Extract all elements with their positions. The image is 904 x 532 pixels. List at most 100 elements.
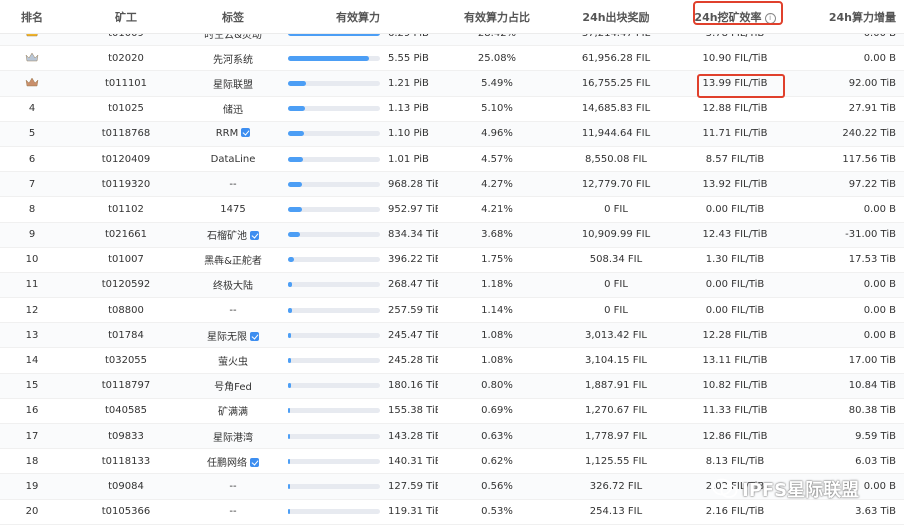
table-row[interactable]: 17 t09833 星际港湾 143.28 TiB 0.63% 1,778.97 FIL 1… bbox=[0, 424, 904, 450]
table-row[interactable]: 11 t0120592 终极大陆 268.47 TiB 1.18% 0 FIL 0.00 F… bbox=[0, 272, 904, 299]
miner-id-link[interactable]: t01784 bbox=[64, 330, 188, 341]
miner-tag: RRM bbox=[188, 128, 278, 139]
power-cell: 155.38 TiB bbox=[278, 405, 438, 416]
power-increase-cell: 9.59 TiB bbox=[855, 430, 896, 442]
power-share-cell: 1.14% bbox=[481, 304, 513, 316]
miner-id-link[interactable]: t0118768 bbox=[64, 128, 188, 139]
power-increase-cell: 92.00 TiB bbox=[848, 77, 896, 89]
power-value: 127.59 TiB bbox=[388, 480, 438, 492]
efficiency-cell: 0.00 FIL/TiB bbox=[705, 304, 765, 316]
power-share-cell: 0.80% bbox=[481, 380, 513, 392]
power-bar-fill bbox=[288, 307, 292, 313]
rank-cell: 18 bbox=[25, 455, 39, 467]
table-row[interactable]: 5 t0118768 RRM 1.10 PiB 4.96% 11,944.64 FIL 11… bbox=[0, 121, 904, 147]
table-row[interactable]: 4 t01025 储迅 1.13 PiB 5.10% 14,685.83 FIL 12.88… bbox=[0, 97, 904, 122]
miner-id-link[interactable]: t0118133 bbox=[64, 456, 188, 467]
power-share-cell: 0.56% bbox=[481, 480, 513, 492]
rank-cell: 8 bbox=[28, 203, 36, 215]
power-bar-fill bbox=[288, 383, 291, 389]
miner-tag-label: DataLine bbox=[210, 153, 256, 165]
table-row[interactable]: 8 t01102 1475 952.97 TiB 4.21% 0 FIL 0.00 FIL/… bbox=[0, 197, 904, 223]
header-power[interactable]: 有效算力 bbox=[278, 9, 438, 25]
miner-id-link[interactable]: t021661 bbox=[64, 229, 188, 240]
power-share-cell: 1.08% bbox=[481, 329, 513, 341]
reward-cell: 14,685.83 FIL bbox=[581, 103, 651, 115]
power-increase-cell: -31.00 TiB bbox=[845, 229, 896, 241]
miner-id-link[interactable]: t040585 bbox=[64, 405, 188, 416]
header-rank[interactable]: 排名 bbox=[0, 9, 64, 25]
power-increase-cell: 10.84 TiB bbox=[848, 380, 896, 392]
reward-cell: 3,013.42 FIL bbox=[585, 329, 647, 341]
miner-id-link[interactable]: t0105366 bbox=[64, 506, 188, 517]
miner-id-link[interactable]: t01102 bbox=[64, 204, 188, 215]
power-increase-cell: 6.03 TiB bbox=[855, 455, 896, 467]
table-row[interactable]: 12 t08800 -- 257.59 TiB 1.14% 0 FIL 0.00 FIL/T… bbox=[0, 298, 904, 324]
table-row[interactable]: 20 t0105366 -- 119.31 TiB 0.53% 254.13 FIL 2.1… bbox=[0, 500, 904, 525]
table-row[interactable]: 6 t0120409 DataLine 1.01 PiB 4.57% 8,550.08 F… bbox=[0, 147, 904, 173]
miner-id-link[interactable]: t01025 bbox=[64, 103, 188, 114]
miner-tag: -- bbox=[188, 506, 278, 517]
table-row[interactable]: 9 t021661 石榴矿池 834.34 TiB 3.68% 10,909.99 FIL… bbox=[0, 222, 904, 248]
power-increase-cell: 80.38 TiB bbox=[848, 405, 896, 417]
miner-id-link[interactable]: t02020 bbox=[64, 53, 188, 64]
reward-cell: 1,778.97 FIL bbox=[585, 430, 647, 442]
power-value: 396.22 TiB bbox=[388, 254, 438, 266]
power-value: 1.21 PiB bbox=[388, 77, 429, 89]
reward-cell: 508.34 FIL bbox=[589, 254, 643, 266]
table-row[interactable]: 14 t032055 萤火虫 245.28 TiB 1.08% 3,104.15 FIL 1… bbox=[0, 348, 904, 374]
miner-id-link[interactable]: t011101 bbox=[64, 78, 188, 89]
miner-tag-label: -- bbox=[229, 304, 237, 316]
miner-tag-label: 终极大陆 bbox=[213, 281, 253, 293]
header-tag[interactable]: 标签 bbox=[188, 9, 278, 25]
verified-badge-icon bbox=[241, 128, 251, 138]
power-bar-fill bbox=[288, 282, 292, 288]
miner-id-link[interactable]: t08800 bbox=[64, 305, 188, 316]
power-increase-cell: 17.00 TiB bbox=[848, 355, 896, 367]
table-row[interactable]: 10 t01007 黑犇&正舵者 396.22 TiB 1.75% 508.34 FIL 1… bbox=[0, 248, 904, 273]
reward-cell: 254.13 FIL bbox=[589, 506, 643, 518]
miner-id-link[interactable]: t032055 bbox=[64, 355, 188, 366]
efficiency-cell: 13.92 FIL/TiB bbox=[702, 178, 768, 190]
power-bar-fill bbox=[288, 408, 290, 414]
header-24h-reward[interactable]: 24h出块奖励 bbox=[556, 9, 676, 25]
header-miner[interactable]: 矿工 bbox=[64, 9, 188, 25]
table-row[interactable]: t02020 先河系统 5.55 PiB 25.08% 61,956.28 FIL 10.… bbox=[0, 46, 904, 72]
power-cell: 245.47 TiB bbox=[278, 330, 438, 341]
rank-cell: 16 bbox=[25, 405, 39, 417]
power-share-cell: 1.75% bbox=[481, 254, 513, 266]
miner-id-link[interactable]: t09833 bbox=[64, 431, 188, 442]
watermark-text: IPFS星际联盟 bbox=[742, 480, 860, 501]
verified-badge-icon bbox=[250, 331, 259, 341]
table-row[interactable]: 18 t0118133 任鹏网络 140.31 TiB 0.62% 1,125.55 FI… bbox=[0, 449, 904, 475]
rank-cell: 17 bbox=[25, 430, 39, 442]
miner-id-link[interactable]: t0120409 bbox=[64, 154, 188, 165]
power-cell: 140.31 TiB bbox=[278, 456, 438, 467]
table-row[interactable]: 7 t0119320 -- 968.28 TiB 4.27% 12,779.70 FIL 1… bbox=[0, 172, 904, 198]
power-value: 257.59 TiB bbox=[388, 304, 438, 316]
rank-cell: 20 bbox=[25, 506, 39, 518]
power-share-cell: 4.27% bbox=[481, 178, 513, 190]
efficiency-cell: 10.82 FIL/TiB bbox=[702, 380, 768, 392]
miner-id-link[interactable]: t0120592 bbox=[64, 279, 188, 290]
miner-id-link[interactable]: t0118797 bbox=[64, 380, 188, 391]
power-cell: 1.01 PiB bbox=[278, 154, 438, 165]
power-bar-fill bbox=[288, 181, 302, 187]
table-row[interactable]: 15 t0118797 号角Fed 180.16 TiB 0.80% 1,887.91 F… bbox=[0, 373, 904, 399]
power-bar-track bbox=[288, 282, 380, 288]
header-power-share[interactable]: 有效算力占比 bbox=[438, 9, 556, 25]
miner-tag-label: 石榴矿池 bbox=[207, 231, 247, 243]
header-24h-power-increase[interactable]: 24h算力增量 bbox=[794, 9, 904, 25]
miner-tag-label: -- bbox=[229, 480, 237, 492]
miner-id-link[interactable]: t09084 bbox=[64, 481, 188, 492]
miner-tag: 储迅 bbox=[188, 101, 278, 116]
power-increase-cell: 3.63 TiB bbox=[855, 506, 896, 518]
power-increase-cell: 240.22 TiB bbox=[842, 128, 896, 140]
miner-id-link[interactable]: t0119320 bbox=[64, 179, 188, 190]
power-share-cell: 4.96% bbox=[481, 128, 513, 140]
table-row[interactable]: 13 t01784 星际无限 245.47 TiB 1.08% 3,013.42 FIL 1… bbox=[0, 323, 904, 349]
power-bar-fill bbox=[288, 206, 302, 212]
power-bar-track bbox=[288, 181, 380, 187]
power-cell: 180.16 TiB bbox=[278, 380, 438, 391]
miner-id-link[interactable]: t01007 bbox=[64, 254, 188, 265]
table-row[interactable]: 16 t040585 矿满满 155.38 TiB 0.69% 1,270.67 FIL 1… bbox=[0, 399, 904, 424]
